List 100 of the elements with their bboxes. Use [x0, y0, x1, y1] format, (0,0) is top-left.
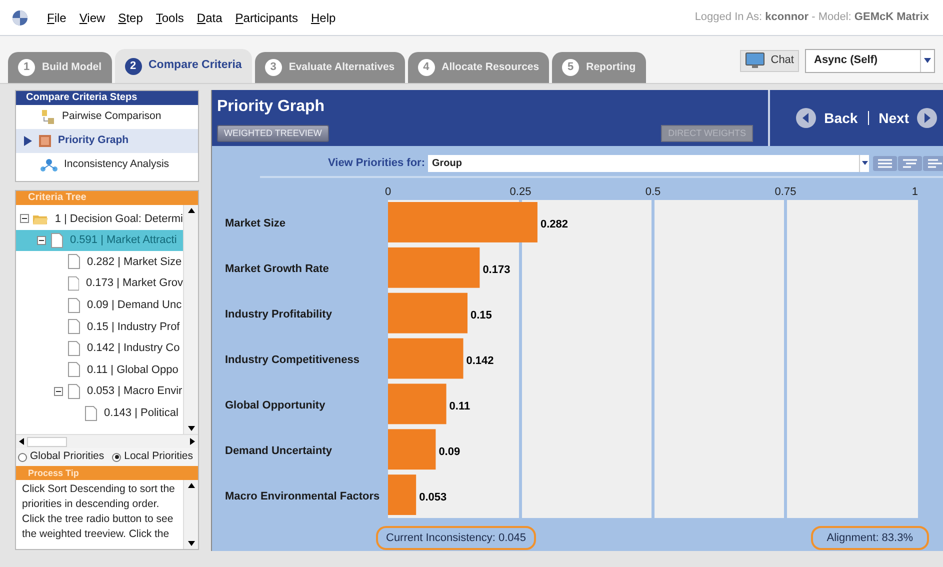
bar [388, 474, 416, 515]
value-label: 0.142 [466, 355, 494, 367]
panel-title: Priority Graph [217, 97, 326, 117]
scroll-down-icon[interactable] [188, 426, 194, 431]
scroll-thumb[interactable] [27, 436, 67, 446]
logo-icon [12, 10, 28, 26]
document-icon [68, 254, 80, 270]
step-number: 4 [418, 59, 435, 76]
step-number: 2 [124, 58, 142, 74]
selected-arrow-icon [24, 136, 32, 146]
back-icon[interactable] [796, 108, 816, 128]
scrollbar[interactable] [16, 434, 198, 448]
network-icon [40, 158, 58, 172]
session-dropdown[interactable]: Async (Self) [805, 48, 935, 72]
value-label: 0.09 [438, 446, 460, 458]
folder-icon [33, 212, 48, 225]
pairwise-icon [40, 109, 56, 125]
step-number: 5 [562, 59, 580, 76]
value-label: 0.282 [540, 218, 568, 231]
tree-item[interactable]: 0.142 | Industry Co [16, 338, 183, 360]
align-icon[interactable] [873, 156, 897, 170]
bar [388, 384, 446, 424]
workflow-item[interactable]: Priority Graph [16, 129, 198, 153]
value-label: 0.15 [470, 310, 492, 322]
scroll-up-icon[interactable] [188, 208, 194, 213]
field-label: View Priorities for: [328, 156, 425, 171]
document-icon [68, 384, 80, 400]
tab[interactable]: 2 Compare Criteria [114, 49, 252, 83]
tree-item[interactable]: 0.053 | Macro Envir [16, 380, 183, 402]
tree-item[interactable]: 0.11 | Global Oppo [16, 359, 183, 381]
menu-item[interactable]: Step [118, 8, 143, 26]
document-icon [68, 276, 79, 292]
menu-item[interactable]: Data [196, 8, 222, 26]
value-label: 0.053 [419, 491, 447, 504]
tree-item[interactable]: 0.282 | Market Size [16, 251, 183, 273]
scroll-left-icon[interactable] [19, 438, 24, 445]
category-label: Macro Environmental Factors [225, 490, 380, 502]
tree-item[interactable]: 1 | Decision Goal: Determi [16, 208, 183, 230]
alignment-readout: Alignment: 83.3% [810, 526, 929, 550]
document-icon [68, 319, 80, 334]
axis-tick-label: 1 [912, 186, 918, 198]
panel-title: Compare Criteria Steps [16, 91, 198, 105]
category-label: Industry Profitability [225, 308, 332, 321]
axis-tick-label: 0 [384, 186, 392, 198]
workflow-item[interactable]: Inconsistency Analysis [16, 153, 198, 177]
collapse-icon[interactable] [20, 214, 29, 224]
scroll-down-icon[interactable] [188, 541, 194, 546]
radio-button[interactable] [18, 452, 27, 462]
bar [388, 429, 436, 470]
value-label: 0.173 [482, 264, 510, 276]
category-label: Global Opportunity [225, 399, 326, 412]
document-icon [85, 406, 97, 421]
scroll-right-icon[interactable] [190, 438, 195, 445]
category-label: Market Size [225, 218, 286, 230]
category-label: Industry Competitiveness [225, 354, 360, 366]
align-icon[interactable] [923, 156, 943, 170]
axis-tick-label: 0.5 [645, 186, 661, 198]
caret-icon [862, 161, 868, 165]
scrollbar[interactable] [183, 480, 198, 549]
tree-item[interactable]: 0.173 | Market Grov [16, 272, 183, 294]
workflow-item[interactable]: Pairwise Comparison [16, 105, 198, 129]
monitor-icon [744, 52, 765, 69]
tip-text: Click Sort Descending to sort the priorities in descending order. Click the tree radio button to see the weighted treeview. Click the [21, 482, 176, 542]
document-icon [68, 298, 80, 313]
graph-icon [38, 134, 52, 148]
radio-option[interactable]: Local Priorities [112, 449, 193, 465]
radio-button[interactable] [112, 452, 122, 462]
step-number: 1 [18, 59, 35, 76]
category-label: Market Growth Rate [225, 263, 329, 276]
back-link[interactable]: Back [824, 108, 858, 128]
panel-title: Process Tip [16, 466, 198, 480]
radio-option[interactable]: Global Priorities [18, 449, 104, 465]
next-link[interactable]: Next [878, 108, 909, 128]
axis-tick-label: 0.75 [774, 186, 796, 198]
value-label: 0.11 [449, 400, 470, 412]
group-dropdown[interactable]: Group [428, 154, 869, 172]
panel-title: Criteria Tree [16, 191, 198, 205]
menu-item[interactable]: Participants [235, 8, 298, 26]
tree-item[interactable]: 0.143 | Political [16, 402, 183, 424]
document-icon [68, 362, 80, 378]
next-icon[interactable] [917, 108, 937, 128]
scroll-up-icon[interactable] [188, 483, 194, 488]
caret-icon [924, 58, 931, 63]
menu-item[interactable]: File [47, 8, 66, 26]
category-label: Demand Uncertainty [225, 444, 332, 457]
axis-tick-label: 0.25 [510, 186, 532, 198]
login-info: Logged In As: kconnor - Model: GEMcK Matrix [694, 10, 929, 26]
collapse-icon[interactable] [54, 387, 63, 396]
document-icon [51, 232, 63, 248]
tree-item[interactable]: 0.15 | Industry Prof [16, 316, 183, 338]
menu-item[interactable]: Tools [156, 8, 184, 26]
chat-button[interactable]: Chat [740, 50, 799, 72]
scrollbar[interactable] [183, 205, 198, 434]
align-icon[interactable] [898, 156, 922, 170]
inconsistency-readout: Current Inconsistency: 0.045 [376, 526, 536, 550]
collapse-icon[interactable] [37, 236, 46, 245]
menu-item[interactable]: Help [310, 8, 336, 26]
tree-item[interactable]: 0.09 | Demand Unc [16, 294, 183, 316]
step-number: 3 [264, 59, 282, 76]
menu-item[interactable]: View [79, 8, 106, 26]
